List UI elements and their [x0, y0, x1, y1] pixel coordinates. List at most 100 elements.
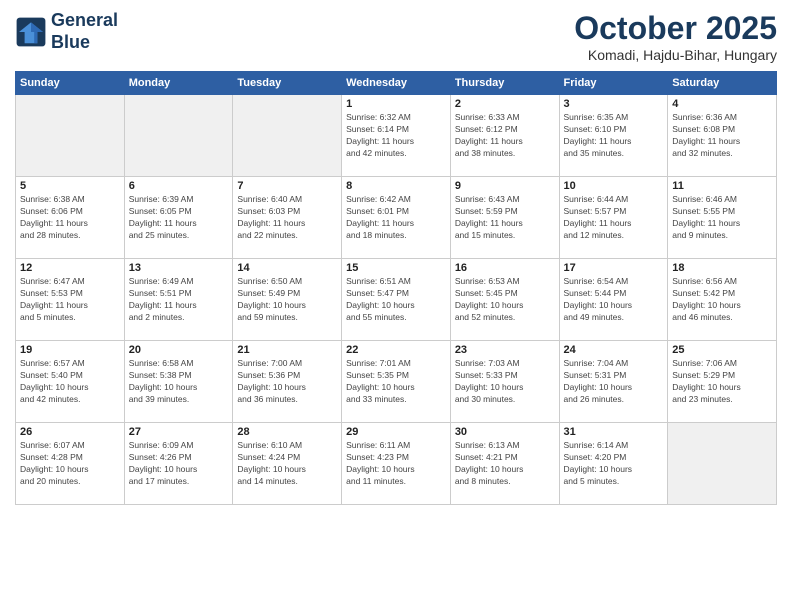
calendar-cell: 2 Sunrise: 6:33 AM Sunset: 6:12 PM Daylig… [450, 95, 559, 177]
logo-icon [15, 16, 47, 48]
day-number: 31 [564, 426, 664, 438]
day-number: 18 [672, 262, 772, 274]
calendar-cell [16, 95, 125, 177]
day-number: 26 [20, 426, 120, 438]
calendar-cell: 28 Sunrise: 6:10 AM Sunset: 4:24 PM Dayli… [233, 423, 342, 505]
day-info: Sunrise: 6:38 AM Sunset: 6:06 PM Dayligh… [20, 194, 120, 242]
day-number: 5 [20, 180, 120, 192]
location-subtitle: Komadi, Hajdu-Bihar, Hungary [574, 47, 777, 63]
calendar-cell: 12 Sunrise: 6:47 AM Sunset: 5:53 PM Dayli… [16, 259, 125, 341]
day-number: 1 [346, 98, 446, 110]
calendar-table: SundayMondayTuesdayWednesdayThursdayFrid… [15, 71, 777, 505]
calendar-cell: 7 Sunrise: 6:40 AM Sunset: 6:03 PM Daylig… [233, 177, 342, 259]
day-info: Sunrise: 6:40 AM Sunset: 6:03 PM Dayligh… [237, 194, 337, 242]
calendar-week-row: 19Sunrise: 6:57 AM Sunset: 5:40 PM Dayli… [16, 341, 777, 423]
calendar-cell [124, 95, 233, 177]
day-number: 13 [129, 262, 229, 274]
page-container: General Blue October 2025 Komadi, Hajdu-… [0, 0, 792, 515]
day-info: Sunrise: 7:03 AM Sunset: 5:33 PM Dayligh… [455, 358, 555, 406]
calendar-cell: 10 Sunrise: 6:44 AM Sunset: 5:57 PM Dayli… [559, 177, 668, 259]
day-number: 29 [346, 426, 446, 438]
day-number: 9 [455, 180, 555, 192]
calendar-cell: 30 Sunrise: 6:13 AM Sunset: 4:21 PM Dayli… [450, 423, 559, 505]
day-info: Sunrise: 6:14 AM Sunset: 4:20 PM Dayligh… [564, 440, 664, 488]
day-number: 17 [564, 262, 664, 274]
day-info: Sunrise: 6:53 AM Sunset: 5:45 PM Dayligh… [455, 276, 555, 324]
day-info: Sunrise: 6:33 AM Sunset: 6:12 PM Dayligh… [455, 112, 555, 160]
day-info: Sunrise: 6:58 AM Sunset: 5:38 PM Dayligh… [129, 358, 229, 406]
day-info: Sunrise: 6:56 AM Sunset: 5:42 PM Dayligh… [672, 276, 772, 324]
day-info: Sunrise: 7:01 AM Sunset: 5:35 PM Dayligh… [346, 358, 446, 406]
calendar-cell: 5 Sunrise: 6:38 AM Sunset: 6:06 PM Daylig… [16, 177, 125, 259]
day-info: Sunrise: 6:36 AM Sunset: 6:08 PM Dayligh… [672, 112, 772, 160]
title-block: October 2025 Komadi, Hajdu-Bihar, Hungar… [574, 10, 777, 63]
day-number: 24 [564, 344, 664, 356]
weekday-header-sunday: Sunday [16, 72, 125, 95]
calendar-cell [233, 95, 342, 177]
calendar-cell: 9 Sunrise: 6:43 AM Sunset: 5:59 PM Daylig… [450, 177, 559, 259]
calendar-cell: 4 Sunrise: 6:36 AM Sunset: 6:08 PM Daylig… [668, 95, 777, 177]
day-number: 21 [237, 344, 337, 356]
day-info: Sunrise: 6:13 AM Sunset: 4:21 PM Dayligh… [455, 440, 555, 488]
calendar-cell: 13Sunrise: 6:49 AM Sunset: 5:51 PM Dayli… [124, 259, 233, 341]
weekday-header-wednesday: Wednesday [342, 72, 451, 95]
weekday-header-monday: Monday [124, 72, 233, 95]
day-number: 14 [237, 262, 337, 274]
calendar-week-row: 1Sunrise: 6:32 AM Sunset: 6:14 PM Daylig… [16, 95, 777, 177]
day-number: 22 [346, 344, 446, 356]
day-info: Sunrise: 6:57 AM Sunset: 5:40 PM Dayligh… [20, 358, 120, 406]
calendar-cell: 11Sunrise: 6:46 AM Sunset: 5:55 PM Dayli… [668, 177, 777, 259]
calendar-cell: 21 Sunrise: 7:00 AM Sunset: 5:36 PM Dayli… [233, 341, 342, 423]
day-number: 30 [455, 426, 555, 438]
day-number: 7 [237, 180, 337, 192]
day-info: Sunrise: 6:43 AM Sunset: 5:59 PM Dayligh… [455, 194, 555, 242]
day-info: Sunrise: 6:11 AM Sunset: 4:23 PM Dayligh… [346, 440, 446, 488]
weekday-header-friday: Friday [559, 72, 668, 95]
calendar-cell: 17 Sunrise: 6:54 AM Sunset: 5:44 PM Dayli… [559, 259, 668, 341]
day-info: Sunrise: 6:54 AM Sunset: 5:44 PM Dayligh… [564, 276, 664, 324]
day-number: 27 [129, 426, 229, 438]
calendar-cell: 19Sunrise: 6:57 AM Sunset: 5:40 PM Dayli… [16, 341, 125, 423]
weekday-header-thursday: Thursday [450, 72, 559, 95]
day-number: 25 [672, 344, 772, 356]
calendar-week-row: 5 Sunrise: 6:38 AM Sunset: 6:06 PM Daylig… [16, 177, 777, 259]
day-info: Sunrise: 6:44 AM Sunset: 5:57 PM Dayligh… [564, 194, 664, 242]
day-info: Sunrise: 6:47 AM Sunset: 5:53 PM Dayligh… [20, 276, 120, 324]
day-info: Sunrise: 6:50 AM Sunset: 5:49 PM Dayligh… [237, 276, 337, 324]
calendar-cell: 20 Sunrise: 6:58 AM Sunset: 5:38 PM Dayli… [124, 341, 233, 423]
calendar-cell: 23Sunrise: 7:03 AM Sunset: 5:33 PM Dayli… [450, 341, 559, 423]
calendar-cell: 24 Sunrise: 7:04 AM Sunset: 5:31 PM Dayli… [559, 341, 668, 423]
day-info: Sunrise: 7:00 AM Sunset: 5:36 PM Dayligh… [237, 358, 337, 406]
day-info: Sunrise: 6:46 AM Sunset: 5:55 PM Dayligh… [672, 194, 772, 242]
day-info: Sunrise: 6:51 AM Sunset: 5:47 PM Dayligh… [346, 276, 446, 324]
day-number: 6 [129, 180, 229, 192]
logo-text: General Blue [51, 10, 118, 53]
calendar-cell: 3 Sunrise: 6:35 AM Sunset: 6:10 PM Daylig… [559, 95, 668, 177]
day-number: 12 [20, 262, 120, 274]
month-title: October 2025 [574, 10, 777, 47]
calendar-cell: 31 Sunrise: 6:14 AM Sunset: 4:20 PM Dayli… [559, 423, 668, 505]
calendar-cell: 1Sunrise: 6:32 AM Sunset: 6:14 PM Daylig… [342, 95, 451, 177]
day-info: Sunrise: 6:07 AM Sunset: 4:28 PM Dayligh… [20, 440, 120, 488]
calendar-cell: 27Sunrise: 6:09 AM Sunset: 4:26 PM Dayli… [124, 423, 233, 505]
calendar-cell: 6 Sunrise: 6:39 AM Sunset: 6:05 PM Daylig… [124, 177, 233, 259]
calendar-cell: 22 Sunrise: 7:01 AM Sunset: 5:35 PM Dayli… [342, 341, 451, 423]
weekday-header-saturday: Saturday [668, 72, 777, 95]
calendar-cell: 18 Sunrise: 6:56 AM Sunset: 5:42 PM Dayli… [668, 259, 777, 341]
day-number: 20 [129, 344, 229, 356]
calendar-cell: 29 Sunrise: 6:11 AM Sunset: 4:23 PM Dayli… [342, 423, 451, 505]
calendar-week-row: 12 Sunrise: 6:47 AM Sunset: 5:53 PM Dayli… [16, 259, 777, 341]
day-info: Sunrise: 6:35 AM Sunset: 6:10 PM Dayligh… [564, 112, 664, 160]
day-number: 2 [455, 98, 555, 110]
day-number: 10 [564, 180, 664, 192]
day-info: Sunrise: 7:04 AM Sunset: 5:31 PM Dayligh… [564, 358, 664, 406]
day-number: 4 [672, 98, 772, 110]
weekday-header-row: SundayMondayTuesdayWednesdayThursdayFrid… [16, 72, 777, 95]
day-info: Sunrise: 6:10 AM Sunset: 4:24 PM Dayligh… [237, 440, 337, 488]
logo: General Blue [15, 10, 118, 53]
day-info: Sunrise: 6:39 AM Sunset: 6:05 PM Dayligh… [129, 194, 229, 242]
day-number: 28 [237, 426, 337, 438]
day-info: Sunrise: 7:06 AM Sunset: 5:29 PM Dayligh… [672, 358, 772, 406]
calendar-cell: 14 Sunrise: 6:50 AM Sunset: 5:49 PM Dayli… [233, 259, 342, 341]
day-number: 3 [564, 98, 664, 110]
